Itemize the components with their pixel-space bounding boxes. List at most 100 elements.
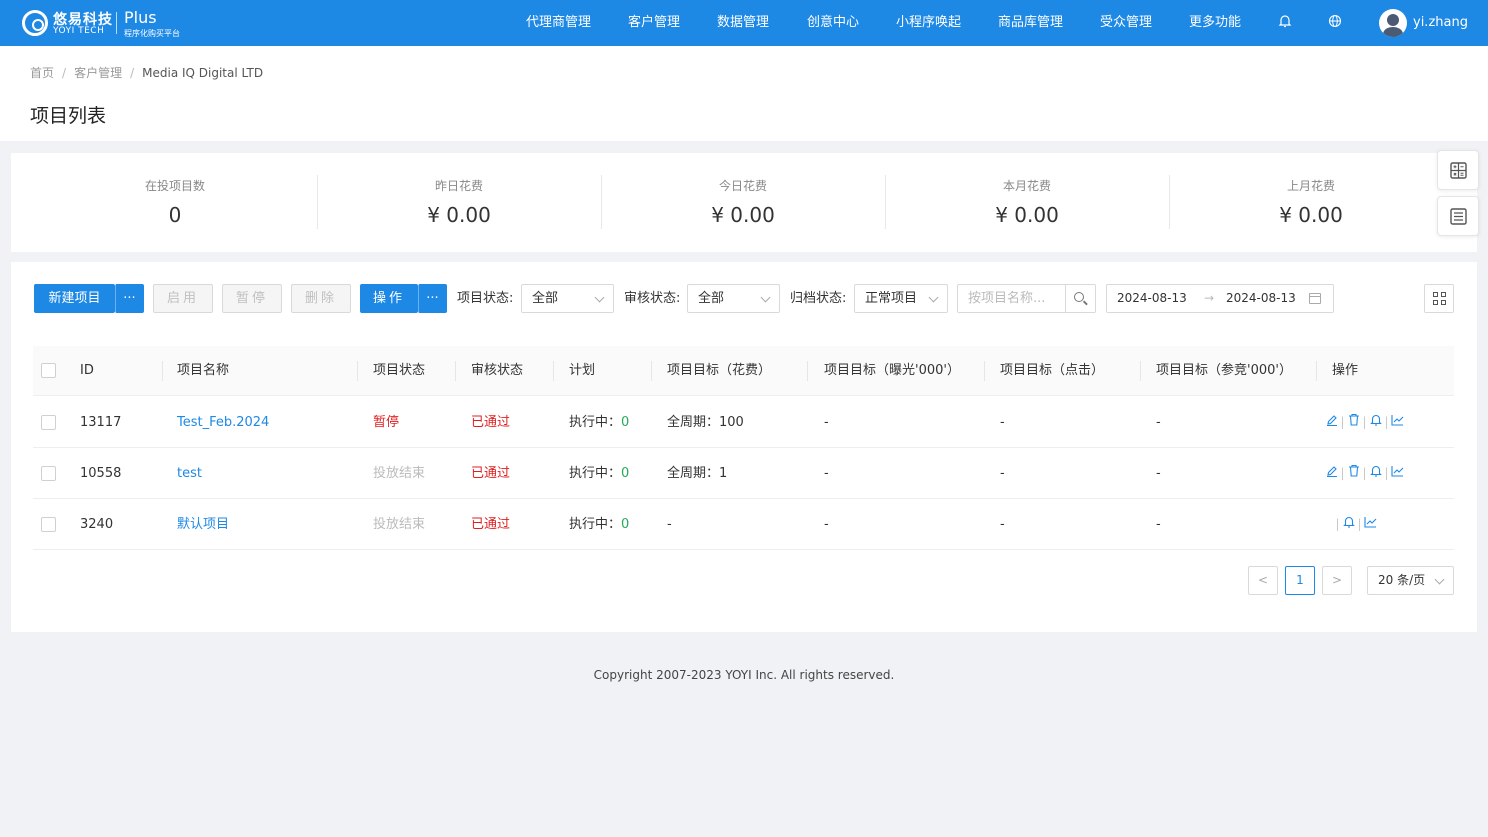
new-project-button[interactable]: 新建项目 (34, 284, 115, 313)
next-page-button[interactable]: > (1322, 566, 1352, 595)
column-header-goal-impressions[interactable]: 项目目标（曝光'000'） (824, 346, 960, 396)
nav-customers[interactable]: 客户管理 (628, 0, 680, 46)
page-header: 首页 / 客户管理 / Media IQ Digital LTD 项目列表 (0, 46, 1488, 141)
column-divider (357, 361, 358, 381)
bell-icon[interactable] (1342, 499, 1355, 550)
footer-copyright: Copyright 2007-2023 YOYI Inc. All rights… (593, 668, 895, 682)
bell-icon[interactable] (1369, 448, 1382, 499)
breadcrumb: 首页 / 客户管理 / Media IQ Digital LTD (30, 64, 263, 81)
cell-project-name-link[interactable]: 默认项目 (177, 499, 229, 550)
nav-creative[interactable]: 创意中心 (807, 0, 859, 46)
select-value: 20 条/页 (1378, 573, 1426, 587)
page-size-select[interactable]: 20 条/页 (1367, 566, 1454, 595)
column-header-goal-cost[interactable]: 项目目标（花费） (667, 346, 771, 396)
column-header-id[interactable]: ID (80, 346, 94, 396)
column-divider (162, 361, 163, 381)
plan-count[interactable]: 0 (621, 415, 629, 430)
stat-label: 上月花费 (1286, 179, 1335, 193)
bell-icon[interactable] (1277, 14, 1293, 30)
date-range-picker[interactable]: 2024-08-13 → 2024-08-13 (1106, 284, 1334, 313)
chevron-down-icon (928, 292, 939, 303)
prev-page-button[interactable]: < (1248, 566, 1278, 595)
cell-project-name-link[interactable]: Test_Feb.2024 (177, 397, 269, 448)
row-checkbox[interactable] (41, 517, 56, 532)
pause-button[interactable]: 暂停 (222, 284, 282, 313)
nav-product-library[interactable]: 商品库管理 (998, 0, 1063, 46)
enable-button[interactable]: 启用 (153, 284, 213, 313)
username[interactable]: yi.zhang (1413, 0, 1468, 46)
search-button[interactable] (1066, 284, 1096, 313)
stat-value: ¥ 0.00 (995, 203, 1059, 227)
chevron-down-icon (594, 292, 605, 303)
select-all-checkbox[interactable] (41, 363, 56, 378)
column-divider (455, 361, 456, 381)
column-header-actions: 操作 (1332, 363, 1359, 378)
chart-icon[interactable] (1364, 499, 1377, 550)
date-start[interactable]: 2024-08-13 (1117, 285, 1187, 312)
archive-status-select[interactable]: 正常项目 (854, 284, 948, 313)
chevron-down-icon (760, 292, 771, 303)
nav-data[interactable]: 数据管理 (717, 0, 769, 46)
plan-count[interactable]: 0 (621, 466, 629, 481)
column-header-review[interactable]: 审核状态 (471, 346, 523, 396)
column-header-plan[interactable]: 计划 (569, 346, 595, 396)
new-project-more-button[interactable]: ··· (115, 284, 144, 313)
calculator-tool-button[interactable] (1437, 150, 1479, 190)
operate-button[interactable]: 操作 (360, 284, 418, 313)
page-1-button[interactable]: 1 (1285, 566, 1315, 595)
delete-icon[interactable] (1347, 397, 1360, 448)
cell-goal-impressions: - (824, 517, 829, 532)
stat-value: ¥ 0.00 (427, 203, 491, 227)
column-layout-button[interactable] (1424, 284, 1454, 313)
column-header-goal-bids[interactable]: 项目目标（参竞'000'） (1156, 346, 1292, 396)
edit-icon[interactable] (1325, 397, 1338, 448)
nav-audience[interactable]: 受众管理 (1100, 0, 1152, 46)
plan-count[interactable]: 0 (621, 517, 629, 532)
archive-status-label: 归档状态: (790, 291, 847, 306)
date-end[interactable]: 2024-08-13 (1226, 285, 1296, 312)
chart-icon[interactable] (1391, 448, 1404, 499)
list-tool-button[interactable] (1437, 196, 1479, 236)
table-row: 13117 Test_Feb.2024 暂停 已通过 执行中：0 全周期：100… (33, 397, 1454, 448)
nav-agency[interactable]: 代理商管理 (526, 0, 591, 46)
select-value: 全部 (532, 291, 559, 306)
chart-icon[interactable] (1391, 397, 1404, 448)
column-header-goal-clicks[interactable]: 项目目标（点击） (1000, 346, 1104, 396)
column-divider (553, 361, 554, 381)
stats-panel: 在投项目数 0 昨日花费 ¥ 0.00 今日花费 ¥ 0.00 本月花费 ¥ 0… (11, 153, 1477, 252)
column-header-name[interactable]: 项目名称 (177, 346, 229, 396)
review-status-select[interactable]: 全部 (687, 284, 780, 313)
project-status-select[interactable]: 全部 (521, 284, 614, 313)
row-actions: | | (1333, 499, 1377, 550)
edit-icon[interactable] (1325, 448, 1338, 499)
nav-miniprogram[interactable]: 小程序唤起 (896, 0, 961, 46)
column-header-status[interactable]: 项目状态 (373, 346, 425, 396)
toolbar: 新建项目 ··· 启用 暂停 删除 操作 ··· 项目状态: 全部 审核状态: … (11, 284, 1477, 313)
cell-project-name-link[interactable]: test (177, 448, 202, 499)
nav-more[interactable]: 更多功能 (1189, 0, 1241, 46)
user-avatar[interactable] (1379, 9, 1407, 37)
stat-active-projects: 在投项目数 0 (33, 153, 317, 252)
cell-goal-cost: 全周期：1 (667, 466, 728, 481)
plan-label: 执行中： (569, 517, 622, 532)
top-navbar: 悠易科技 YOYI TECH Plus 程序化购买平台 代理商管理 客户管理 数… (0, 0, 1488, 46)
stat-last-month-spend: 上月花费 ¥ 0.00 (1169, 153, 1453, 252)
action-divider: | (1335, 517, 1340, 531)
breadcrumb-current: Media IQ Digital LTD (142, 66, 264, 80)
row-checkbox[interactable] (41, 415, 56, 430)
breadcrumb-customers[interactable]: 客户管理 (74, 66, 122, 80)
globe-icon[interactable] (1327, 14, 1343, 30)
row-checkbox[interactable] (41, 466, 56, 481)
cell-goal-impressions: - (824, 415, 829, 430)
bell-icon[interactable] (1369, 397, 1382, 448)
delete-icon[interactable] (1347, 448, 1360, 499)
breadcrumb-home[interactable]: 首页 (30, 66, 54, 80)
action-divider: | (1384, 466, 1389, 480)
delete-button[interactable]: 删除 (291, 284, 351, 313)
project-name-search-input[interactable] (957, 284, 1066, 313)
stat-month-spend: 本月花费 ¥ 0.00 (885, 153, 1169, 252)
review-status-label: 审核状态: (624, 291, 681, 306)
action-divider: | (1340, 466, 1345, 480)
plan-label: 执行中： (569, 415, 622, 430)
operate-more-button[interactable]: ··· (418, 284, 447, 313)
